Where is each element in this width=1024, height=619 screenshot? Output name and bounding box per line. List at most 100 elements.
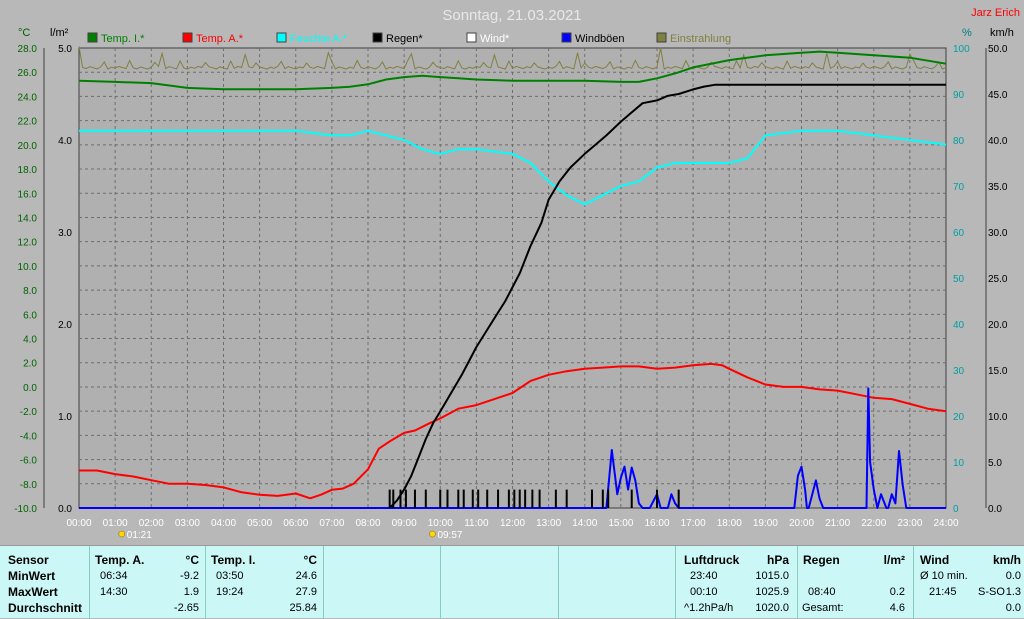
temp-tick-label: 12.0 [18, 238, 38, 249]
temp-axis-unit: °C [18, 27, 30, 39]
humidity-tick-label: 90 [953, 90, 965, 101]
x-tick-label: 19:00 [753, 518, 778, 529]
temp-i-avg-value: 25.84 [289, 602, 317, 614]
x-tick-label: 18:00 [717, 518, 742, 529]
legend-swatch [372, 32, 383, 43]
wind-header: Wind [920, 553, 950, 567]
wind-max-direction: S-SO [978, 586, 1005, 598]
sun-icon [429, 530, 436, 538]
x-tick-label: 03:00 [175, 518, 200, 529]
wind-tick-label: 45.0 [988, 90, 1008, 101]
temp-i-header: Temp. I. [211, 553, 256, 567]
humidity-tick-label: 10 [953, 458, 965, 469]
regen-total-value: 4.6 [889, 602, 905, 614]
annotation-label: 09:57 [437, 530, 462, 541]
humidity-tick-label: 70 [953, 182, 965, 193]
temp-tick-label: 0.0 [23, 383, 37, 394]
temp-tick-label: 26.0 [18, 68, 38, 79]
wind-tick-label: 35.0 [988, 182, 1008, 193]
legend-swatch [561, 32, 572, 43]
x-tick-label: 02:00 [139, 518, 164, 529]
legend-label: Temp. A.* [196, 33, 244, 45]
annotation-label: 01:21 [127, 530, 152, 541]
temp-i-min-value: 24.6 [295, 570, 317, 582]
rain-tick-label: 0.0 [58, 504, 72, 515]
wind-tick-label: 25.0 [988, 274, 1008, 285]
legend-label: Feuchte A.* [290, 33, 348, 45]
wind-tick-label: 50.0 [988, 44, 1008, 55]
temp-a-column: Temp. A. °C 06:34 -9.2 14:30 1.9 -2.65 [90, 546, 206, 619]
humidity-tick-label: 0 [953, 504, 959, 515]
x-tick-label: 11:00 [464, 518, 489, 529]
temp-a-header: Temp. A. [95, 553, 145, 567]
wind-tick-label: 30.0 [988, 228, 1008, 239]
brand-label: Jarz Erich [971, 7, 1020, 19]
x-tick-label: 17:00 [681, 518, 706, 529]
legend: Temp. I.* Temp. A.* Feuchte A.* Regen* Wind*… [87, 32, 731, 45]
temp-a-min-time: 06:34 [100, 570, 128, 582]
legend-swatch [87, 32, 98, 43]
regen-header: Regen [803, 553, 840, 567]
wind-max-value: 1.3 [1005, 586, 1021, 598]
temp-i-min-time: 03:50 [216, 570, 244, 582]
x-tick-label: 05:00 [247, 518, 272, 529]
legend-label: Windböen [575, 33, 625, 45]
temp-tick-label: 4.0 [23, 335, 37, 346]
temp-tick-label: 16.0 [18, 189, 38, 200]
humidity-tick-label: 40 [953, 320, 965, 331]
x-tick-label: 01:00 [103, 518, 128, 529]
humidity-axis-unit: % [962, 27, 972, 39]
wind-avg-label: Ø 10 min. [920, 570, 968, 582]
temp-a-unit: °C [185, 553, 199, 567]
luftdruck-trend-value: 1020.0 [755, 602, 789, 614]
legend-label: Temp. I.* [101, 33, 145, 45]
x-tick-label: 00:00 [66, 518, 91, 529]
temp-tick-label: 24.0 [18, 92, 38, 103]
regen-column: Regen l/m² 08:40 0.2 Gesamt: 4.6 [798, 546, 914, 619]
humidity-tick-label: 50 [953, 274, 965, 285]
luftdruck-trend: ^1.2hPa/h [684, 602, 734, 614]
x-tick-label: 20:00 [789, 518, 814, 529]
legend-label: Wind* [480, 33, 510, 45]
legend-swatch [466, 32, 477, 43]
sensor-column: Sensor MinWert MaxWert Durchschnitt [0, 546, 90, 619]
temp-i-max-value: 27.9 [295, 586, 317, 598]
row-label-min: MinWert [8, 569, 56, 583]
temp-i-column: Temp. I. °C 03:50 24.6 19:24 27.9 25.84 [206, 546, 324, 619]
humidity-tick-label: 30 [953, 366, 965, 377]
temp-i-unit: °C [303, 553, 317, 567]
x-tick-label: 21:00 [825, 518, 850, 529]
legend-swatch [182, 32, 193, 43]
wind-avg-value: 0.0 [1005, 570, 1021, 582]
x-tick-label: 22:00 [861, 518, 886, 529]
wind-unit: km/h [992, 553, 1021, 567]
wind-tick-label: 40.0 [988, 136, 1008, 147]
luftdruck-min-time: 23:40 [690, 570, 718, 582]
legend-swatch [276, 32, 287, 43]
wind-tick-label: 5.0 [988, 458, 1002, 469]
luftdruck-min-value: 1015.0 [755, 570, 789, 582]
x-tick-label: 13:00 [536, 518, 561, 529]
humidity-tick-label: 80 [953, 136, 965, 147]
wind-tick-label: 0.0 [988, 504, 1002, 515]
luftdruck-column: Luftdruck hPa 23:40 1015.0 00:10 1025.9 … [676, 546, 798, 619]
wind-tick-label: 20.0 [988, 320, 1008, 331]
statistics-panel: Sensor MinWert MaxWert Durchschnitt Temp… [0, 545, 1024, 619]
temp-tick-label: -6.0 [20, 456, 38, 467]
x-tick-label: 23:00 [897, 518, 922, 529]
wind-axis-unit: km/h [990, 27, 1014, 39]
wind-max-time: 21:45 [929, 586, 957, 598]
luftdruck-unit: hPa [766, 553, 789, 567]
humidity-tick-label: 100 [953, 44, 970, 55]
x-tick-label: 14:00 [572, 518, 597, 529]
temp-tick-label: 8.0 [23, 286, 37, 297]
empty-column-3 [559, 546, 676, 619]
temp-a-max-time: 14:30 [100, 586, 128, 598]
temp-tick-label: -2.0 [20, 407, 38, 418]
regen-max-value: 0.2 [889, 586, 905, 598]
temp-tick-label: -4.0 [20, 431, 38, 442]
x-tick-label: 07:00 [319, 518, 344, 529]
temp-a-max-value: 1.9 [183, 586, 199, 598]
weather-chart: 00:00 01:00 02:00 03:00 04:00 05:00 06:00 07:00… [14, 7, 1020, 541]
x-tick-label: 06:00 [283, 518, 308, 529]
